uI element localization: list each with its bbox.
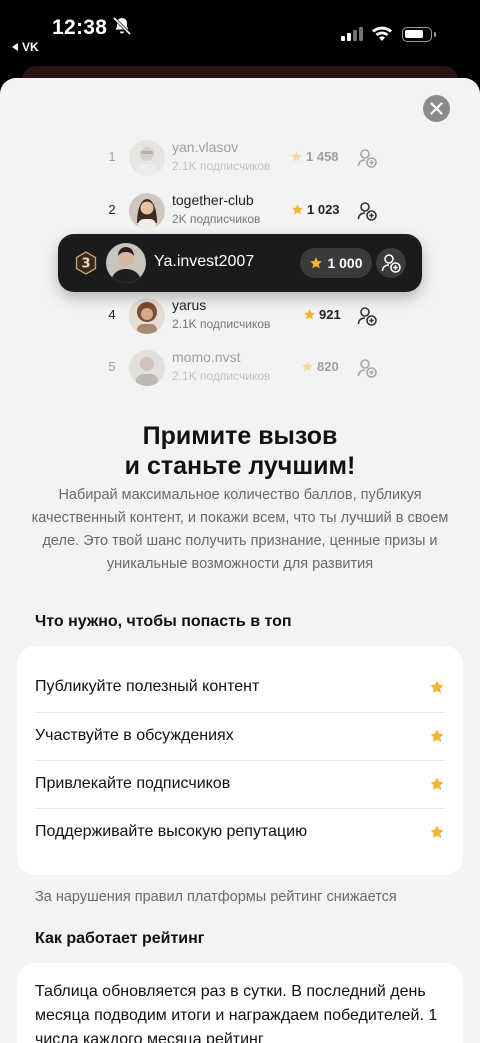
- hero-title-line-2: и станьте лучшим!: [124, 452, 356, 480]
- back-app-label: VK: [22, 40, 39, 54]
- rank-number: 4: [108, 307, 116, 322]
- wifi-icon: [372, 26, 392, 41]
- star-icon: [430, 729, 444, 743]
- star-icon: [291, 151, 302, 162]
- cellular-signal-icon: [341, 27, 363, 41]
- status-bar: 12:38 VK: [0, 0, 480, 70]
- leaderboard-row[interactable]: 1 yan.vlasov 2.1K подписчиков 1 458: [0, 136, 480, 180]
- hero-title: Примите вызов и станьте лучшим!: [0, 421, 480, 481]
- score-value: 921: [319, 307, 341, 322]
- close-icon: [430, 102, 443, 115]
- subscribers-count: 2.1K подписчиков: [172, 317, 271, 331]
- rank-badge-number: 3: [81, 257, 90, 272]
- requirement-label: Привлекайте подписчиков: [35, 775, 231, 792]
- rank-badge-icon: 3: [75, 251, 97, 275]
- star-icon: [430, 777, 444, 791]
- rank-number: 5: [108, 359, 116, 374]
- back-arrow-icon: [12, 43, 18, 51]
- status-time: 12:38: [52, 16, 108, 39]
- rules-note: За нарушения правил платформы рейтинг сн…: [35, 889, 397, 905]
- avatar: [129, 350, 165, 386]
- user-name: together-club: [172, 192, 254, 208]
- subscribers-count: 2.1K подписчиков: [172, 369, 271, 383]
- rank-number: 1: [108, 149, 116, 164]
- add-friend-icon[interactable]: [357, 201, 377, 221]
- star-icon: [292, 204, 303, 215]
- score-value: 1 458: [306, 149, 339, 164]
- current-user-score: 1 000: [300, 248, 372, 278]
- user-name: momo.nvst: [172, 349, 241, 365]
- rank-number: 2: [108, 202, 116, 217]
- requirements-heading: Что нужно, чтобы попасть в топ: [35, 613, 292, 630]
- current-user-name: Ya.invest2007: [154, 253, 255, 270]
- score-value: 1 000: [327, 255, 363, 271]
- star-icon: [310, 257, 323, 269]
- requirement-item: Привлекайте подписчиков: [35, 760, 445, 808]
- add-friend-icon[interactable]: [357, 306, 377, 326]
- leaderboard-row[interactable]: 2 together-club 2K подписчиков 1 023: [0, 189, 480, 233]
- hero-title-line-1: Примите вызов: [142, 422, 338, 450]
- leaderboard-row[interactable]: 4 yarus 2.1K подписчиков 921: [0, 294, 480, 338]
- rating-heading: Как работает рейтинг: [35, 930, 205, 947]
- user-name: yan.vlasov: [172, 139, 239, 155]
- star-icon: [304, 309, 315, 320]
- requirement-item: Поддерживайте высокую репутацию: [35, 808, 445, 856]
- rating-card: Таблица обновляется раз в сутки. В после…: [17, 963, 463, 1043]
- score: 1 458: [290, 149, 339, 164]
- requirement-item: Публикуйте полезный контент: [35, 663, 445, 711]
- requirements-card: Публикуйте полезный контент Участвуйте в…: [17, 646, 463, 875]
- add-friend-icon: [381, 254, 401, 273]
- avatar: [129, 193, 165, 229]
- user-name: yarus: [172, 297, 207, 313]
- add-friend-icon[interactable]: [357, 358, 377, 378]
- rating-sheet: 1 yan.vlasov 2.1K подписчиков 1 458 2 to…: [0, 78, 480, 1043]
- add-friend-icon[interactable]: [357, 148, 377, 168]
- requirement-item: Участвуйте в обсуждениях: [35, 712, 445, 760]
- bell-muted-icon: [112, 16, 132, 36]
- score: 820: [301, 359, 339, 374]
- close-button[interactable]: [423, 95, 450, 122]
- score-value: 820: [317, 359, 339, 374]
- score: 1 023: [291, 202, 340, 217]
- back-to-app-link[interactable]: VK: [12, 40, 39, 54]
- star-icon: [430, 680, 444, 694]
- score: 921: [303, 307, 341, 322]
- score-value: 1 023: [307, 202, 340, 217]
- avatar: [129, 298, 165, 334]
- rating-text: Таблица обновляется раз в сутки. В после…: [35, 983, 438, 1043]
- battery-icon: [402, 27, 436, 42]
- add-friend-button[interactable]: [376, 248, 406, 278]
- subscribers-count: 2.1K подписчиков: [172, 159, 271, 173]
- star-icon: [430, 825, 444, 839]
- star-icon: [302, 361, 313, 372]
- leaderboard-row[interactable]: 5 momo.nvst 2.1K подписчиков 820: [0, 346, 480, 390]
- requirement-label: Публикуйте полезный контент: [35, 678, 260, 695]
- avatar: [106, 243, 146, 283]
- avatar: [129, 140, 165, 176]
- current-user-row[interactable]: 3 Ya.invest2007 1 000: [58, 234, 422, 292]
- hero-description: Набирай максимальное количество баллов, …: [31, 487, 449, 572]
- subscribers-count: 2K подписчиков: [172, 212, 261, 226]
- requirement-label: Участвуйте в обсуждениях: [35, 727, 234, 744]
- requirement-label: Поддерживайте высокую репутацию: [35, 823, 308, 840]
